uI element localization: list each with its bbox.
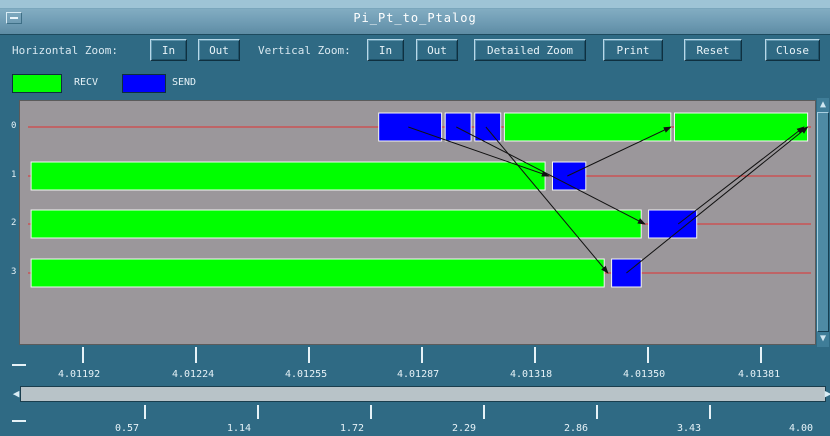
scale-tick-label: 1.72 bbox=[340, 423, 365, 434]
scale-left-marker bbox=[12, 420, 26, 422]
scroll-up-arrow-icon[interactable]: ▲ bbox=[817, 98, 829, 112]
row-label-0: 0 bbox=[11, 121, 17, 131]
scroll-right-arrow-icon[interactable]: ▶ bbox=[822, 386, 830, 402]
time-tick-label: 4.01287 bbox=[397, 369, 440, 380]
vertical-scrollbar[interactable]: ▲ ▼ bbox=[816, 98, 830, 347]
title-bar-top-strip bbox=[0, 0, 830, 9]
scale-tick-label: 3.43 bbox=[677, 423, 702, 434]
send-event-row-1[interactable] bbox=[552, 161, 587, 191]
send-event-row-0[interactable] bbox=[474, 112, 502, 142]
horizontal-scroll-thumb[interactable] bbox=[20, 386, 826, 402]
legend-send-label: SEND bbox=[172, 77, 197, 88]
time-tick-label: 4.01224 bbox=[172, 369, 215, 380]
reset-button[interactable]: Reset bbox=[684, 39, 742, 61]
send-event-row-0[interactable] bbox=[444, 112, 472, 142]
legend-send-swatch bbox=[122, 74, 166, 93]
legend-recv-swatch bbox=[12, 74, 62, 93]
window-title: Pi_Pt_to_Ptalog bbox=[353, 11, 477, 25]
recv-event-row-3[interactable] bbox=[30, 258, 605, 288]
time-tick-label: 4.01255 bbox=[285, 369, 328, 380]
row-label-1: 1 bbox=[11, 170, 17, 180]
vertical-zoom-in-button[interactable]: In bbox=[367, 39, 404, 61]
zoom-toolbar: Horizontal Zoom: In Out Vertical Zoom: I… bbox=[0, 35, 830, 67]
legend: RECV SEND bbox=[0, 68, 830, 98]
scale-tick bbox=[144, 405, 146, 419]
time-tick bbox=[647, 347, 649, 363]
scale-tick bbox=[370, 405, 372, 419]
print-button[interactable]: Print bbox=[603, 39, 663, 61]
row-labels: 0 1 2 3 bbox=[10, 100, 19, 345]
row-label-3: 3 bbox=[11, 267, 17, 277]
scroll-down-arrow-icon[interactable]: ▼ bbox=[817, 332, 829, 346]
time-tick bbox=[195, 347, 197, 363]
time-tick-label: 4.01192 bbox=[58, 369, 101, 380]
detailed-zoom-button[interactable]: Detailed Zoom bbox=[474, 39, 586, 61]
vertical-scroll-thumb[interactable] bbox=[817, 112, 829, 332]
time-tick bbox=[534, 347, 536, 363]
vertical-zoom-out-button[interactable]: Out bbox=[416, 39, 458, 61]
axis-left-marker bbox=[12, 364, 26, 366]
recv-event-row-0[interactable] bbox=[503, 112, 672, 142]
time-tick bbox=[760, 347, 762, 363]
legend-recv-label: RECV bbox=[74, 77, 99, 88]
send-event-row-3[interactable] bbox=[611, 258, 642, 288]
message-arrow bbox=[485, 126, 609, 274]
pi-pt-to-ptalog-window: Pi_Pt_to_Ptalog Horizontal Zoom: In Out … bbox=[0, 0, 830, 436]
scale-tick bbox=[596, 405, 598, 419]
send-event-row-2[interactable] bbox=[648, 209, 698, 239]
scale-tick-label: 2.86 bbox=[564, 423, 589, 434]
scale-tick-label: 4.00 bbox=[789, 423, 814, 434]
vertical-zoom-label: Vertical Zoom: bbox=[258, 44, 351, 57]
time-tick-label: 4.01318 bbox=[510, 369, 553, 380]
scale-tick bbox=[483, 405, 485, 419]
scale-tick-label: 0.57 bbox=[115, 423, 140, 434]
scale-tick bbox=[709, 405, 711, 419]
horizontal-zoom-in-button[interactable]: In bbox=[150, 39, 187, 61]
scale-tick-label: 1.14 bbox=[227, 423, 252, 434]
scale-tick-label: 2.29 bbox=[452, 423, 477, 434]
time-axis: 4.01192 4.01224 4.01255 4.01287 4.01318 … bbox=[0, 347, 830, 383]
scale-tick bbox=[257, 405, 259, 419]
timeline-svg bbox=[28, 112, 811, 288]
row-label-2: 2 bbox=[11, 218, 17, 228]
send-event-row-0[interactable] bbox=[378, 112, 443, 142]
time-tick bbox=[421, 347, 423, 363]
scale-axis: 0.57 1.14 1.72 2.29 2.86 3.43 4.00 bbox=[0, 405, 830, 436]
time-tick-label: 4.01350 bbox=[623, 369, 666, 380]
horizontal-zoom-label: Horizontal Zoom: bbox=[12, 44, 118, 57]
recv-event-row-2[interactable] bbox=[30, 209, 642, 239]
horizontal-scrollbar[interactable]: ◀ ▶ bbox=[10, 384, 830, 404]
timeline-plot[interactable] bbox=[19, 100, 816, 345]
time-tick bbox=[82, 347, 84, 363]
title-bar[interactable]: Pi_Pt_to_Ptalog bbox=[0, 0, 830, 35]
time-tick bbox=[308, 347, 310, 363]
recv-event-row-0[interactable] bbox=[674, 112, 809, 142]
time-tick-label: 4.01381 bbox=[738, 369, 781, 380]
recv-event-row-1[interactable] bbox=[30, 161, 546, 191]
close-button[interactable]: Close bbox=[765, 39, 820, 61]
message-arrow bbox=[626, 126, 809, 274]
horizontal-zoom-out-button[interactable]: Out bbox=[198, 39, 240, 61]
